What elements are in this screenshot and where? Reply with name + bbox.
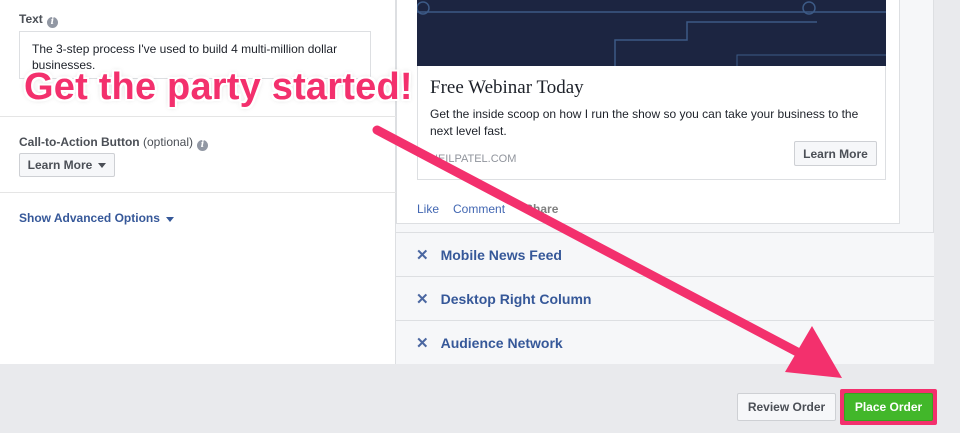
link-preview[interactable]: Free Webinar Today Get the inside scoop … <box>417 66 886 180</box>
chevron-down-icon <box>98 162 107 168</box>
review-order-button[interactable]: Review Order <box>737 393 836 421</box>
ad-preview-card: Free Webinar Today Get the inside scoop … <box>396 0 900 224</box>
post-actions: Like Comment Share <box>417 202 558 216</box>
placement-mobile-news-feed[interactable]: ✕ Mobile News Feed <box>396 232 934 276</box>
close-icon[interactable]: ✕ <box>416 246 429 264</box>
ad-preview-panel: Free Webinar Today Get the inside scoop … <box>396 0 934 364</box>
info-icon[interactable]: i <box>46 17 58 28</box>
share-link[interactable]: Share <box>525 202 558 216</box>
like-link[interactable]: Like <box>417 202 439 216</box>
place-order-highlight: Place Order <box>840 389 937 425</box>
circuit-graphic <box>417 0 886 66</box>
close-icon[interactable]: ✕ <box>416 334 429 352</box>
chevron-down-icon <box>165 217 174 222</box>
info-icon[interactable]: i <box>197 140 209 151</box>
cta-dropdown-button[interactable]: Learn More <box>19 153 115 177</box>
learn-more-button[interactable]: Learn More <box>794 141 877 166</box>
divider <box>0 192 396 193</box>
divider <box>0 116 396 117</box>
place-order-button[interactable]: Place Order <box>844 393 933 421</box>
ad-text-editor-panel: Text i The 3-step process I've used to bu… <box>0 0 396 364</box>
annotation-caption: Get the party started! <box>24 66 413 108</box>
link-title: Free Webinar Today <box>430 77 584 98</box>
show-advanced-options-link[interactable]: Show Advanced Options <box>19 211 174 225</box>
link-description: Get the inside scoop on how I run the sh… <box>430 107 859 138</box>
link-domain: NEILPATEL.COM <box>430 153 517 165</box>
comment-link[interactable]: Comment <box>453 202 505 216</box>
placement-audience-network[interactable]: ✕ Audience Network <box>396 320 934 364</box>
cta-label: Call-to-Action Button (optional) i <box>19 135 209 151</box>
ad-image <box>417 0 886 66</box>
text-label: Text i <box>19 12 58 28</box>
placement-desktop-right-column[interactable]: ✕ Desktop Right Column <box>396 276 934 320</box>
close-icon[interactable]: ✕ <box>416 290 429 308</box>
